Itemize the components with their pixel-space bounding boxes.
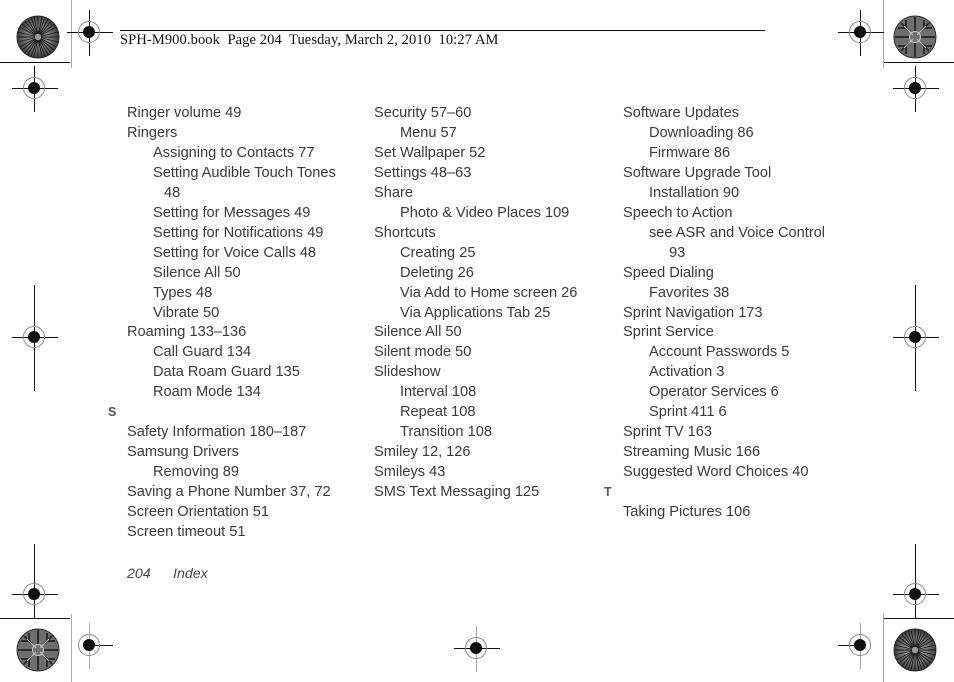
index-entry-main: Streaming Music 166 — [623, 444, 761, 461]
index-entry-sub: Creating 25 — [400, 244, 476, 261]
index-entry-main: Saving a Phone Number 37, 72 — [127, 484, 331, 501]
index-section-letter: S — [108, 405, 117, 420]
trim-line-top-right — [884, 62, 954, 63]
index-entry-main: Roaming 133–136 — [127, 324, 247, 341]
index-entry-sub: Setting Audible Touch Tones — [153, 164, 336, 181]
registration-target-top-right-inner — [838, 10, 884, 56]
registration-target-left-bottom — [12, 544, 58, 618]
registration-target-left-top — [12, 66, 58, 112]
index-entry-sub: Vibrate 50 — [153, 304, 220, 321]
index-entry-sub: Roam Mode 134 — [153, 384, 261, 401]
index-entry-main: Ringers — [127, 124, 178, 141]
index-entry-sub: 93 — [669, 244, 686, 261]
maze-rosette-target-top-right — [893, 15, 937, 59]
index-column-1: Ringer volume 49 Ringers Assigning to Cont… — [108, 104, 377, 543]
index-entry-main: Settings 48–63 — [374, 164, 472, 181]
index-entry-main: Samsung Drivers — [127, 444, 239, 461]
index-entry-main: Software Upgrade Tool — [623, 164, 772, 181]
index-entry-main: Speech to Action — [623, 204, 733, 221]
index-entry-sub: see ASR and Voice Control — [649, 224, 826, 241]
index-entry-main: SMS Text Messaging 125 — [374, 484, 540, 501]
maze-rosette-target-bottom-left — [16, 628, 60, 672]
index-entry-sub: Photo & Video Places 109 — [400, 204, 570, 221]
trim-line-bottom-right — [884, 618, 954, 619]
registration-target-right-middle — [893, 285, 939, 391]
index-entry-sub: Firmware 86 — [649, 144, 731, 161]
index-entry-sub: Silence All 50 — [153, 264, 241, 281]
index-entry-main: Smileys 43 — [374, 464, 446, 481]
index-entry-main: Share — [374, 184, 413, 201]
index-section-letter: T — [604, 485, 612, 500]
index-entry-main: Silence All 50 — [374, 324, 462, 341]
index-entry-sub: Setting for Notifications 49 — [153, 224, 324, 241]
index-entry-main: Taking Pictures 106 — [623, 504, 751, 521]
index-entry-main: Sprint TV 163 — [623, 424, 712, 441]
index-entry-main: Sprint Navigation 173 — [623, 304, 763, 321]
index-entry-main: Safety Information 180–187 — [127, 424, 307, 441]
trim-line-bottom-left — [0, 618, 70, 619]
index-entry-main: Speed Dialing — [623, 264, 714, 281]
index-entry-main: Security 57–60 — [374, 105, 472, 121]
index-entry-sub: Via Add to Home screen 26 — [400, 284, 578, 301]
index-column-2: Security 57–60 Menu 57 Set Wallpaper 52 Set… — [374, 104, 624, 503]
index-entry-sub: Activation 3 — [649, 364, 725, 381]
index-entry-sub: Deleting 26 — [400, 264, 474, 281]
index-entry-sub: Operator Services 6 — [649, 384, 779, 401]
page-footer: 204 Index — [127, 566, 208, 582]
printed-page: SPH-M900.book Page 204 Tuesday, March 2,… — [0, 0, 954, 682]
registration-target-bottom-left-inner — [67, 623, 113, 669]
index-entry-main: Screen Orientation 51 — [127, 504, 269, 521]
index-entry-sub: Downloading 86 — [649, 124, 754, 141]
header-rule — [120, 30, 765, 31]
registration-target-right-top — [893, 66, 939, 112]
footer-page-number: 204 — [127, 566, 151, 582]
index-entry-main: Sprint Service — [623, 324, 714, 341]
index-entry-main: Set Wallpaper 52 — [374, 144, 486, 161]
index-entry-main: Screen timeout 51 — [127, 524, 246, 541]
index-entry-sub: Favorites 38 — [649, 284, 730, 301]
radial-burst-target-top-left — [16, 15, 60, 59]
registration-target-bottom-center — [454, 626, 500, 672]
index-column-3: Software Updates Downloading 86 Firmware 8… — [604, 104, 873, 523]
index-entry-sub: Setting for Voice Calls 48 — [153, 244, 317, 261]
index-entry-sub: Removing 89 — [153, 464, 239, 481]
index-entry-sub: Via Applications Tab 25 — [400, 304, 551, 321]
index-entry-sub: Sprint 411 6 — [649, 404, 727, 421]
radial-burst-target-bottom-right — [893, 628, 937, 672]
index-entry-main: Shortcuts — [374, 224, 436, 241]
page-header-text: SPH-M900.book Page 204 Tuesday, March 2,… — [120, 32, 499, 48]
index-entry-sub: Menu 57 — [400, 124, 457, 141]
index-entry-sub: Call Guard 134 — [153, 344, 252, 361]
index-entry-main: Suggested Word Choices 40 — [623, 464, 809, 481]
index-entry-sub: 48 — [164, 184, 181, 201]
index-entry-main: Smiley 12, 126 — [374, 444, 471, 461]
index-entry-main: Ringer volume 49 — [127, 105, 242, 121]
index-entry-sub: Interval 108 — [400, 384, 477, 401]
footer-section-name: Index — [173, 566, 208, 582]
index-entry-main: Software Updates — [623, 105, 740, 121]
index-entry-sub: Repeat 108 — [400, 404, 476, 421]
index-entry-sub: Data Roam Guard 135 — [153, 364, 300, 381]
index-entry-main: Silent mode 50 — [374, 344, 472, 361]
index-entry-sub: Transition 108 — [400, 424, 492, 441]
index-entry-sub: Types 48 — [153, 284, 213, 301]
registration-target-bottom-right-inner — [838, 623, 884, 669]
index-entry-sub: Installation 90 — [649, 184, 740, 201]
trim-line-top-left — [0, 62, 70, 63]
registration-target-top-left-inner — [67, 10, 113, 56]
registration-target-right-bottom — [893, 544, 939, 618]
index-entry-sub: Account Passwords 5 — [649, 344, 790, 361]
index-entry-main: Slideshow — [374, 364, 441, 381]
index-entry-sub: Assigning to Contacts 77 — [153, 144, 315, 161]
index-entry-sub: Setting for Messages 49 — [153, 204, 311, 221]
registration-target-left-middle — [12, 285, 58, 391]
